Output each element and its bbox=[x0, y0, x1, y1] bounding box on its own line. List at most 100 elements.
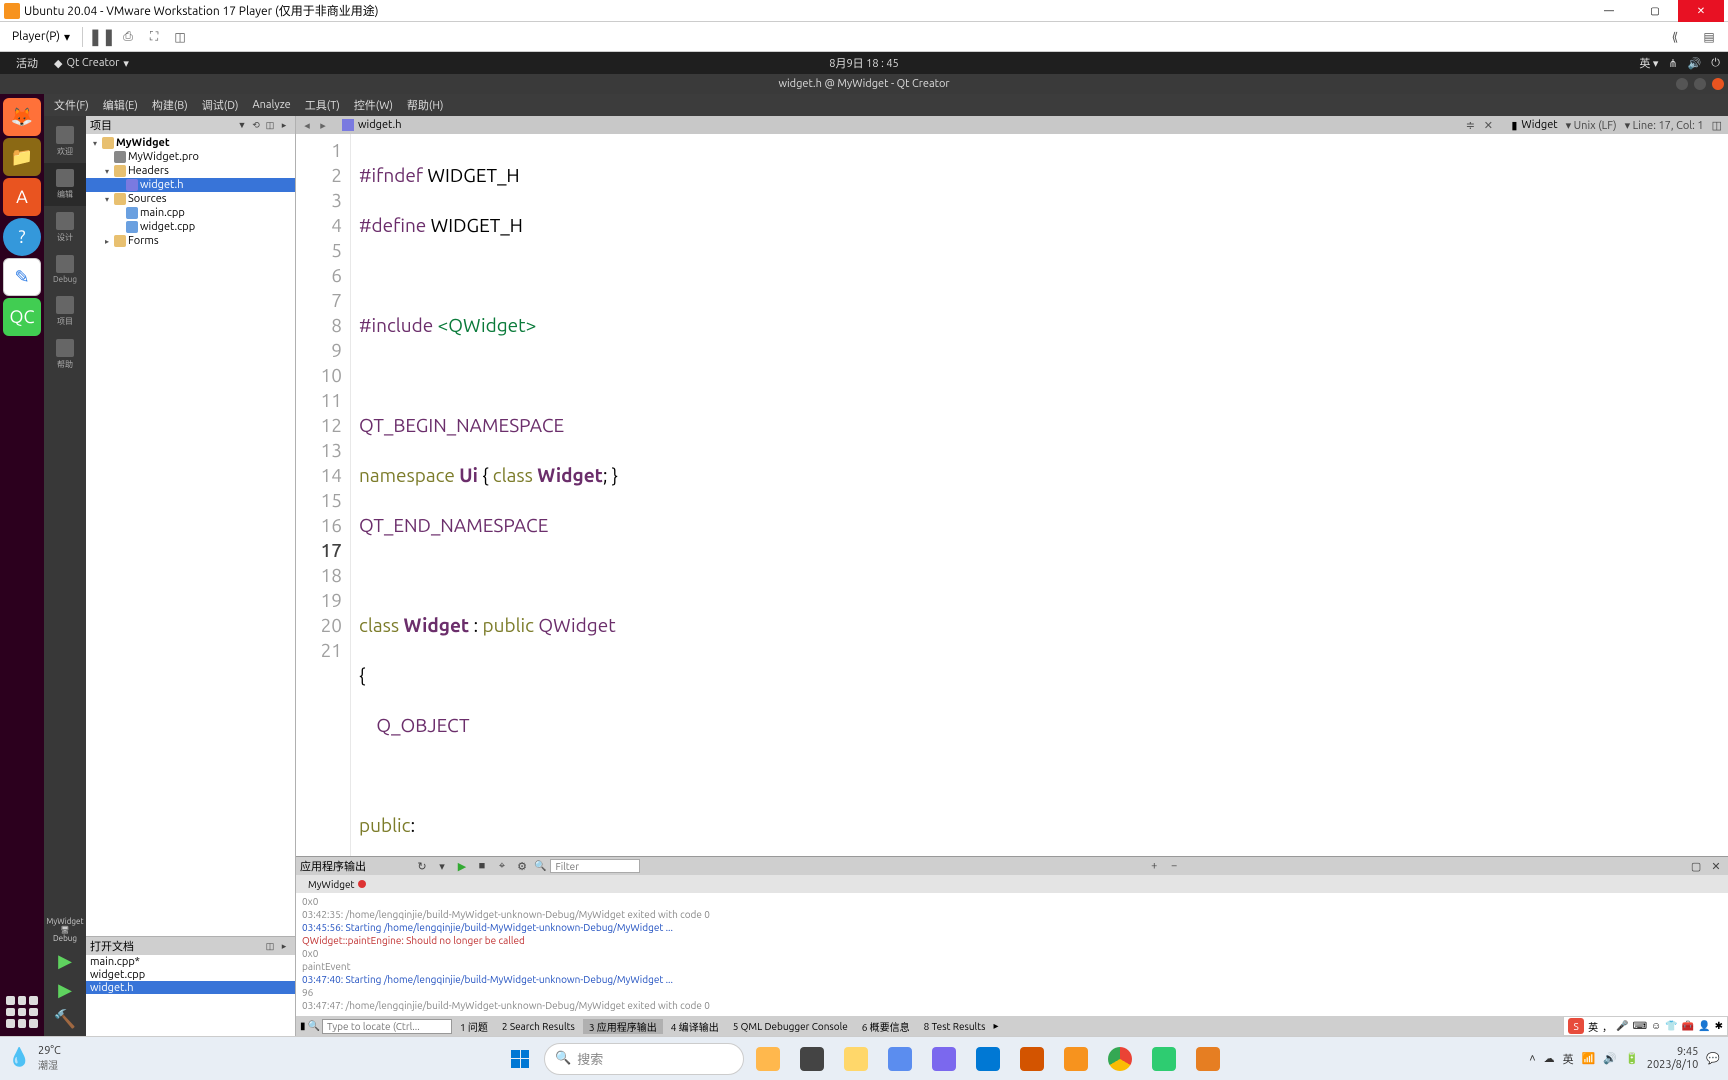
output-filter-input[interactable] bbox=[550, 859, 640, 873]
open-doc-item[interactable]: widget.h bbox=[86, 981, 295, 994]
bottom-tab-test[interactable]: 8 Test Results bbox=[918, 1021, 992, 1032]
out-max-icon[interactable]: ▢ bbox=[1688, 859, 1704, 873]
tree-main-cpp[interactable]: main.cpp bbox=[86, 206, 295, 220]
ime-skin-icon[interactable]: 👕 bbox=[1665, 1020, 1677, 1032]
out-remove-icon[interactable]: − bbox=[1166, 859, 1182, 873]
tray-chevron-icon[interactable]: ˄ bbox=[1529, 1053, 1535, 1065]
editor-tab[interactable]: widget.h ≑ ✕ ▮ Widget bbox=[334, 119, 1566, 132]
tree-widget-cpp[interactable]: widget.cpp bbox=[86, 220, 295, 234]
kit-selector[interactable]: MyWidget 🖥 Debug bbox=[46, 917, 83, 943]
notifications-icon[interactable]: 💬 bbox=[1706, 1052, 1720, 1065]
cursor-position[interactable]: ▾ Line: 17, Col: 1 bbox=[1625, 119, 1704, 132]
taskbar-search[interactable]: 🔍 搜索 bbox=[544, 1043, 744, 1075]
out-close-icon[interactable]: ✕ bbox=[1708, 859, 1724, 873]
mode-help[interactable]: 帮助 bbox=[44, 333, 86, 376]
qtc-maximize-button[interactable] bbox=[1694, 78, 1706, 90]
menu-edit[interactable]: 编辑(E) bbox=[97, 95, 144, 115]
vm-close-button[interactable]: ✕ bbox=[1678, 0, 1724, 22]
network-icon[interactable]: ⋔ bbox=[1668, 57, 1677, 70]
help-icon[interactable]: ? bbox=[3, 218, 41, 256]
firefox-icon[interactable]: 🦊 bbox=[3, 98, 41, 136]
tray-battery-icon[interactable]: 🔋 bbox=[1625, 1052, 1639, 1065]
open-doc-item[interactable]: widget.cpp bbox=[86, 968, 295, 981]
software-icon[interactable]: A bbox=[3, 178, 41, 216]
files-icon[interactable]: 📁 bbox=[3, 138, 41, 176]
weather-widget[interactable]: 💧 29°C 潮湿 bbox=[8, 1045, 61, 1072]
bottom-tab-appoutput[interactable]: 3 应用程序输出 bbox=[583, 1019, 663, 1034]
nav-fwd-icon[interactable]: ▸ bbox=[316, 119, 330, 132]
tab-close-icon[interactable]: ✕ bbox=[1481, 119, 1495, 132]
player-menu[interactable]: Player(P) ▾ bbox=[6, 28, 76, 46]
bottom-tab-compile[interactable]: 4 编译输出 bbox=[665, 1019, 725, 1034]
taskbar-chrome[interactable] bbox=[1100, 1041, 1140, 1077]
app-indicator[interactable]: ◆ Qt Creator ▾ bbox=[46, 57, 137, 70]
mode-welcome[interactable]: 欢迎 bbox=[44, 120, 86, 163]
taskbar-app[interactable] bbox=[792, 1041, 832, 1077]
menu-help[interactable]: 帮助(H) bbox=[401, 95, 450, 115]
unity-icon[interactable]: ◫ bbox=[171, 28, 189, 46]
taskbar-store[interactable] bbox=[968, 1041, 1008, 1077]
tree-forms[interactable]: ▸Forms bbox=[86, 234, 295, 248]
taskbar-app[interactable] bbox=[880, 1041, 920, 1077]
close-tab-icon[interactable] bbox=[358, 880, 366, 888]
project-tree[interactable]: ▾MyWidget MyWidget.pro ▾Headers widget.h… bbox=[86, 134, 295, 936]
menu-tools[interactable]: 工具(T) bbox=[299, 95, 346, 115]
mode-edit[interactable]: 编辑 bbox=[44, 163, 86, 206]
tree-widget-h[interactable]: widget.h bbox=[86, 178, 295, 192]
bottom-tab-general[interactable]: 6 概要信息 bbox=[856, 1019, 916, 1034]
out-attach-icon[interactable]: ⌖ bbox=[494, 859, 510, 873]
encoding-indicator[interactable]: ▾ Unix (LF) bbox=[1566, 119, 1617, 132]
code-area[interactable]: #ifndef WIDGET_H #define WIDGET_H #inclu… bbox=[351, 134, 1728, 856]
volume-icon[interactable]: 🔊 bbox=[1688, 57, 1702, 70]
tree-headers[interactable]: ▾Headers bbox=[86, 164, 295, 178]
close-pane-icon[interactable]: ▸ bbox=[277, 118, 291, 132]
out-settings-icon[interactable]: ⚙ bbox=[514, 859, 530, 873]
taskbar-app[interactable] bbox=[1144, 1041, 1184, 1077]
taskbar-app[interactable] bbox=[748, 1041, 788, 1077]
tree-root[interactable]: ▾MyWidget bbox=[86, 136, 295, 150]
output-tab[interactable]: MyWidget bbox=[300, 878, 374, 891]
nav-back-icon[interactable]: ◂ bbox=[300, 119, 314, 132]
split-icon[interactable]: ◫ bbox=[263, 118, 277, 132]
text-editor-icon[interactable]: ✎ bbox=[3, 258, 41, 296]
sync-icon[interactable]: ⟲ bbox=[249, 118, 263, 132]
vm-maximize-button[interactable]: ▢ bbox=[1632, 0, 1678, 22]
qtcreator-dock-icon[interactable]: QC bbox=[3, 298, 41, 336]
power-icon[interactable]: ⏻ bbox=[1711, 57, 1720, 70]
filter-icon[interactable]: ▼ bbox=[235, 118, 249, 132]
tree-pro[interactable]: MyWidget.pro bbox=[86, 150, 295, 164]
out-stop-icon[interactable]: ■ bbox=[474, 859, 490, 873]
od-close-icon[interactable]: ▸ bbox=[277, 939, 291, 953]
menu-build[interactable]: 构建(B) bbox=[146, 95, 194, 115]
vm-cycle-icon[interactable]: ▤ bbox=[1700, 28, 1718, 46]
tab-dropdown-icon[interactable]: ≑ bbox=[1463, 119, 1477, 132]
tray-ime-icon[interactable]: 英 bbox=[1563, 1051, 1574, 1067]
activities-button[interactable]: 活动 bbox=[8, 55, 46, 71]
stop-all-icon[interactable]: ▾ bbox=[434, 859, 450, 873]
tray-onedrive-icon[interactable]: ☁ bbox=[1544, 1052, 1555, 1065]
build-button[interactable]: 🔨 bbox=[54, 1009, 76, 1030]
code-editor[interactable]: 12345 678910 1112131415 161718192021 #if… bbox=[296, 134, 1728, 856]
send-ctrlaltdel-icon[interactable]: ⎙ bbox=[119, 28, 137, 46]
mode-design[interactable]: 设计 bbox=[44, 206, 86, 249]
show-apps-icon[interactable] bbox=[6, 996, 38, 1028]
bottom-tab-qml[interactable]: 5 QML Debugger Console bbox=[727, 1021, 854, 1032]
bottom-tab-issues[interactable]: 1 问题 bbox=[454, 1019, 494, 1034]
ime-face-icon[interactable]: ☺ bbox=[1651, 1020, 1661, 1032]
taskbar-app[interactable] bbox=[1012, 1041, 1052, 1077]
tray-volume-icon[interactable]: 🔊 bbox=[1603, 1052, 1617, 1065]
vm-stretch-icon[interactable]: ⟪ bbox=[1666, 28, 1684, 46]
out-run-icon[interactable]: ▶ bbox=[454, 859, 470, 873]
ime-mic-icon[interactable]: 🎤 bbox=[1616, 1020, 1628, 1032]
ime-toolbox-icon[interactable]: 🧰 bbox=[1682, 1020, 1694, 1032]
taskbar-explorer[interactable] bbox=[836, 1041, 876, 1077]
menu-window[interactable]: 控件(W) bbox=[348, 95, 399, 115]
qtc-minimize-button[interactable] bbox=[1676, 78, 1688, 90]
split-editor-icon[interactable]: ◫ bbox=[1712, 119, 1722, 132]
start-button[interactable] bbox=[500, 1041, 540, 1077]
taskbar-app[interactable] bbox=[1188, 1041, 1228, 1077]
taskbar-vmware[interactable] bbox=[1056, 1041, 1096, 1077]
fullscreen-icon[interactable]: ⛶ bbox=[145, 28, 163, 46]
lang-indicator[interactable]: 英 ▾ bbox=[1639, 55, 1658, 71]
rerun-icon[interactable]: ↻ bbox=[414, 859, 430, 873]
